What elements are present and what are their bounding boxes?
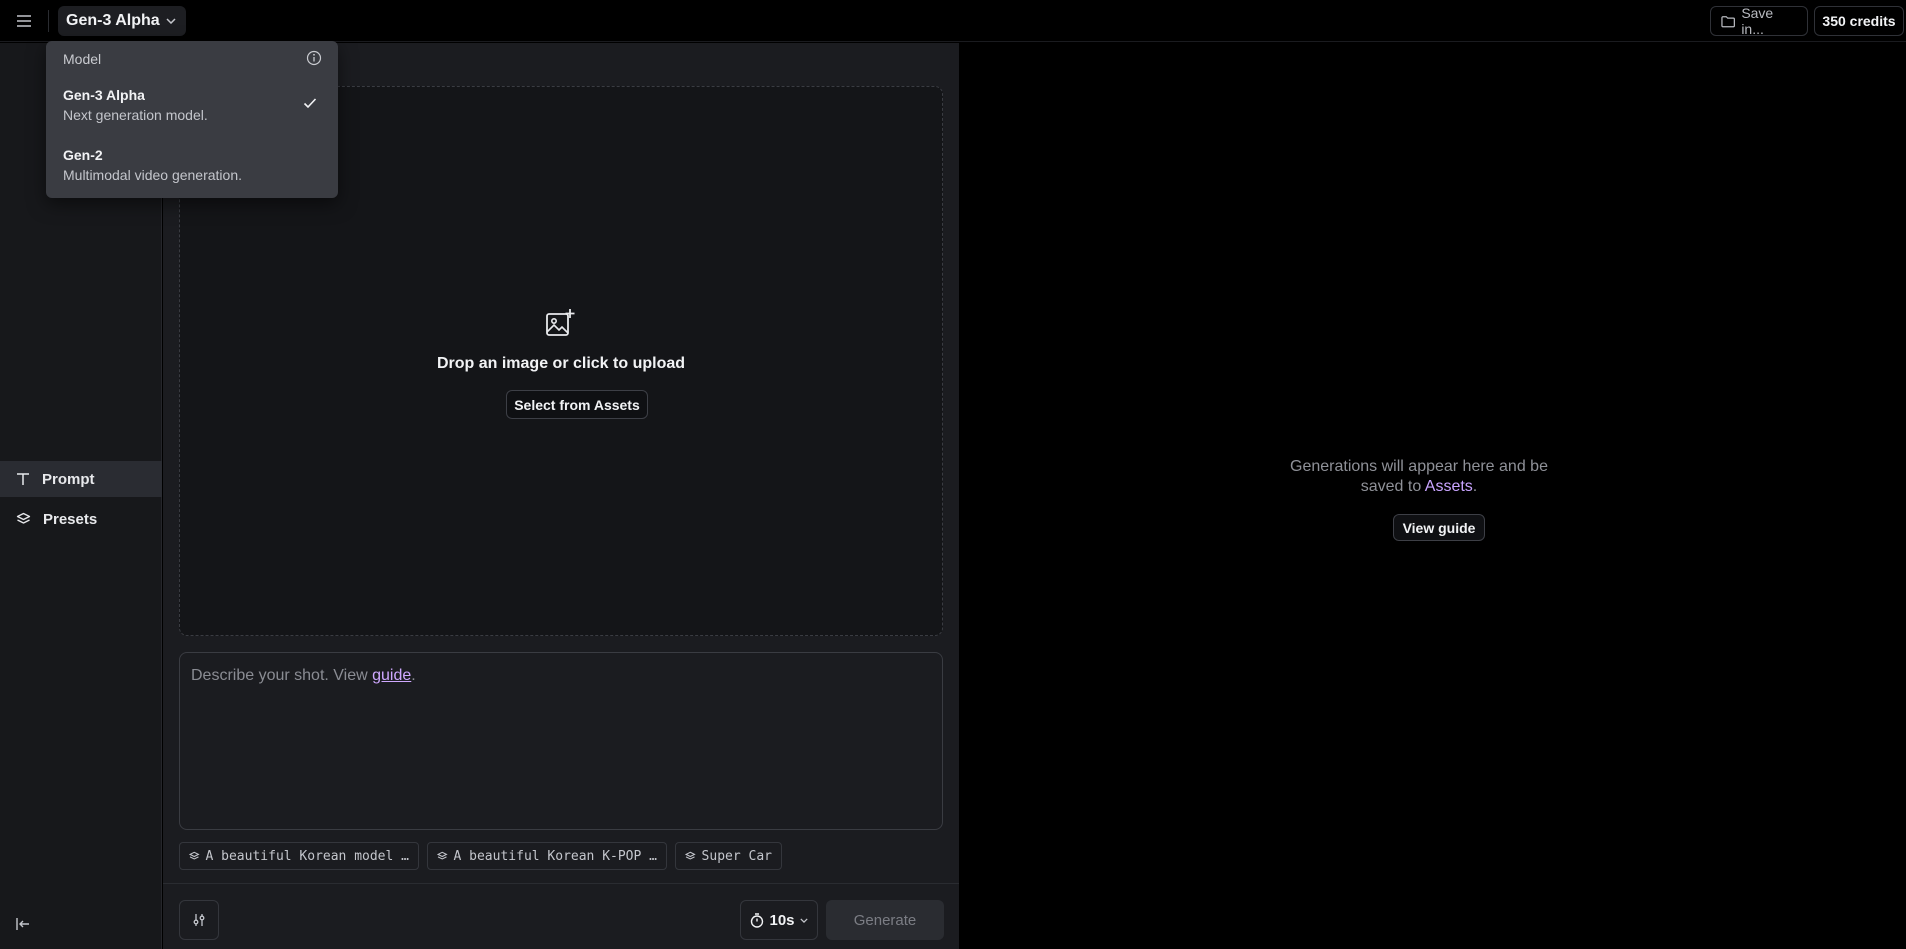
sidebar-item-presets[interactable]: Presets — [0, 501, 162, 537]
hamburger-menu-icon — [17, 15, 31, 27]
check-icon — [303, 98, 317, 109]
assets-link[interactable]: Assets — [1425, 478, 1473, 495]
sidebar-item-label: Prompt — [42, 470, 95, 488]
settings-button[interactable] — [179, 900, 219, 940]
chevron-down-icon — [799, 917, 808, 923]
model-option-desc: Next generation model. — [63, 107, 208, 123]
view-guide-button[interactable]: View guide — [1393, 514, 1485, 541]
layers-icon — [437, 851, 448, 860]
dropzone-text: Drop an image or click to upload — [436, 355, 686, 372]
model-selector-button[interactable]: Gen-3 Alpha — [58, 6, 186, 36]
model-option-gen2[interactable]: Gen-2 Multimodal video generation. — [46, 136, 338, 192]
menu-button[interactable] — [12, 10, 36, 32]
preset-chip-label: Super Car — [701, 848, 772, 864]
layers-icon — [189, 851, 200, 860]
credits-label: 350 credits — [1822, 13, 1896, 29]
model-option-gen3-alpha[interactable]: Gen-3 Alpha Next generation model. — [46, 76, 338, 132]
empty-state-suffix: . — [1472, 478, 1478, 495]
topbar-divider — [48, 10, 49, 32]
select-from-assets-button[interactable]: Select from Assets — [506, 390, 648, 419]
empty-state-message: Generations will appear here and be save… — [1278, 457, 1560, 497]
chevron-down-icon — [166, 18, 176, 24]
collapse-left-icon — [16, 918, 29, 930]
prompt-placeholder-suffix: . — [411, 667, 416, 684]
image-upload-icon — [546, 309, 575, 336]
results-panel: Generations will appear here and be save… — [960, 43, 1906, 949]
duration-selector[interactable]: 10s — [740, 900, 818, 940]
sliders-icon — [193, 914, 205, 926]
sidebar-item-prompt[interactable]: Prompt — [0, 461, 162, 497]
layers-icon — [685, 851, 696, 860]
generate-button[interactable]: Generate — [826, 900, 944, 940]
app-root: Gen-3 Alpha Save in... 350 credits Promp… — [0, 0, 1906, 949]
info-icon[interactable] — [305, 49, 323, 67]
model-option-title: Gen-2 — [63, 147, 103, 163]
preset-chip-label: A beautiful Korean K-POP … — [453, 848, 658, 864]
save-in-label: Save in... — [1741, 5, 1774, 37]
top-bar: Gen-3 Alpha Save in... 350 credits — [0, 0, 1906, 42]
credits-button[interactable]: 350 credits — [1814, 6, 1904, 36]
stopwatch-icon — [751, 912, 764, 928]
duration-label: 10s — [769, 911, 795, 929]
prompt-guide-link[interactable]: guide — [372, 667, 411, 684]
folder-icon — [1721, 15, 1735, 27]
preset-chip[interactable]: A beautiful Korean model … — [179, 842, 419, 870]
model-option-title: Gen-3 Alpha — [63, 87, 145, 103]
layers-icon — [16, 512, 31, 524]
sidebar-item-label: Presets — [43, 510, 98, 528]
empty-state-text: Generations will appear here and be save… — [1290, 458, 1548, 495]
prompt-textarea[interactable]: Describe your shot. View guide. — [179, 652, 943, 830]
preset-chip-label: A beautiful Korean model … — [205, 848, 410, 864]
model-option-desc: Multimodal video generation. — [63, 167, 242, 183]
preset-chips: A beautiful Korean model … A beautiful K… — [179, 842, 782, 870]
preset-chip[interactable]: Super Car — [675, 842, 782, 870]
prompt-placeholder: Describe your shot. View — [191, 667, 373, 684]
dropdown-header: Model — [63, 51, 102, 67]
generation-toolbar: 10s Generate — [163, 883, 959, 949]
save-in-button[interactable]: Save in... — [1710, 5, 1808, 37]
preset-chip[interactable]: A beautiful Korean K-POP … — [427, 842, 667, 870]
text-icon — [17, 473, 29, 485]
model-selector-label: Gen-3 Alpha — [66, 12, 160, 29]
collapse-sidebar-button[interactable] — [12, 913, 34, 935]
model-dropdown: Model Gen-3 Alpha Next generation model.… — [46, 41, 338, 198]
